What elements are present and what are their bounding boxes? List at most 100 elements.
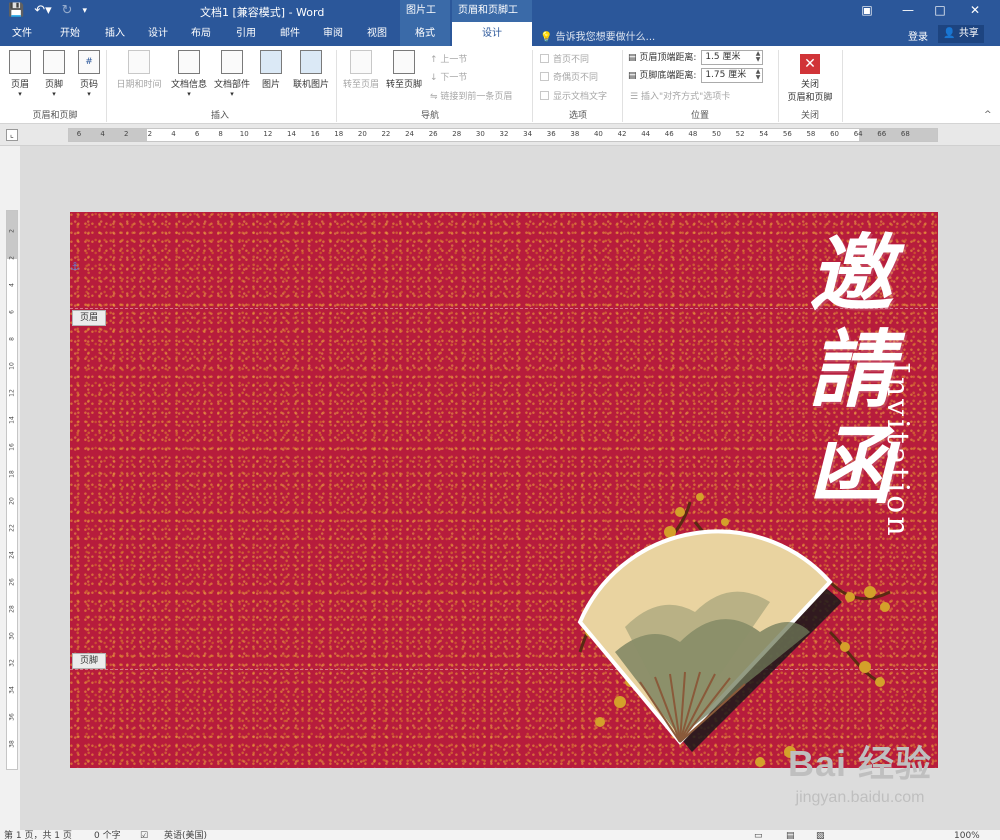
ruler-tick-label: 30 xyxy=(475,130,485,138)
customize-qat-icon[interactable]: ▾ xyxy=(83,2,88,20)
group-label-position: 位置 xyxy=(690,111,709,121)
vertical-ruler-tick-label: 16 xyxy=(8,443,16,451)
header-button[interactable]: 页眉 ▾ xyxy=(1,50,39,98)
proofing-icon[interactable]: ☑ xyxy=(140,832,148,840)
share-button[interactable]: 👤 共享 xyxy=(938,25,984,43)
save-icon[interactable]: 💾 xyxy=(8,2,24,20)
ruler-tick-label: 56 xyxy=(782,130,792,138)
footer-from-bottom-spinner[interactable]: 1.75 厘米 ▲ ▼ xyxy=(701,68,764,83)
picture-button[interactable]: 图片 xyxy=(255,50,287,90)
vertical-ruler-tick-label: 10 xyxy=(8,362,16,370)
document-info-button[interactable]: 文档信息 ▾ xyxy=(168,50,210,98)
vertical-ruler-tick-label: 28 xyxy=(8,605,16,613)
tab-selector[interactable]: ⌞ xyxy=(6,129,18,141)
date-time-button[interactable]: 日期和时间 xyxy=(112,50,166,90)
vertical-ruler-tick-label: 14 xyxy=(8,416,16,424)
tab-view[interactable]: 视图 xyxy=(359,22,395,46)
maximize-icon[interactable]: □ xyxy=(925,0,955,22)
quick-access-toolbar: 💾 ↶▾ ↻ ▾ xyxy=(8,2,87,20)
footer-from-bottom-row: ▤ 页脚底端距离: 1.75 厘米 ▲ ▼ xyxy=(628,68,764,83)
previous-icon: ↑ xyxy=(430,55,438,65)
invitation-page[interactable]: ⚓ 页眉 页脚 邀 請 函 Invitation xyxy=(70,212,938,768)
ruler-tick-label: 22 xyxy=(381,130,391,138)
tab-file[interactable]: 文件 xyxy=(4,22,40,46)
quick-parts-button[interactable]: 文档部件 ▾ xyxy=(211,50,253,98)
group-separator xyxy=(532,50,533,122)
previous-section-button[interactable]: ↑ 上一节 xyxy=(430,52,467,65)
tab-format[interactable]: 格式 xyxy=(400,22,450,46)
sign-in-link[interactable]: 登录 xyxy=(908,28,928,43)
vertical-ruler-tick-label: 2 xyxy=(8,229,16,233)
vertical-ruler-tick-label: 24 xyxy=(8,551,16,559)
tab-home[interactable]: 开始 xyxy=(52,22,88,46)
group-separator xyxy=(106,50,107,122)
document-info-icon xyxy=(178,50,200,74)
vertical-ruler-tick-label: 6 xyxy=(8,310,16,314)
show-document-text-checkbox[interactable]: 显示文档文字 xyxy=(540,89,607,102)
tab-mailings[interactable]: 邮件 xyxy=(272,22,308,46)
vertical-ruler-tick-label: 18 xyxy=(8,470,16,478)
vertical-ruler-tick-label: 20 xyxy=(8,497,16,505)
header-position-icon: ▤ xyxy=(628,53,637,63)
ruler-tick-label: 48 xyxy=(688,130,698,138)
context-label-picture-tools: 图片工具 xyxy=(400,0,450,38)
close-header-footer-button[interactable]: ✕ 关闭 页眉和页脚 xyxy=(782,50,838,103)
tab-review[interactable]: 审阅 xyxy=(315,22,351,46)
tab-references[interactable]: 引用 xyxy=(228,22,264,46)
insert-alignment-tab-button[interactable]: ☰ 插入"对齐方式"选项卡 xyxy=(630,89,730,102)
document-title: 文档1 [兼容模式] - Word xyxy=(200,6,325,19)
redo-icon[interactable]: ↻ xyxy=(62,2,73,20)
ruler-tick-label: 64 xyxy=(853,130,863,138)
ruler-tick-label: 40 xyxy=(593,130,603,138)
minimize-icon[interactable]: — xyxy=(893,0,923,22)
folding-fan-image[interactable] xyxy=(530,482,930,768)
close-window-icon[interactable]: ✕ xyxy=(960,0,990,22)
ruler-tick-label: 42 xyxy=(617,130,627,138)
ribbon-display-options-icon[interactable]: ▣ xyxy=(852,0,882,22)
word-count[interactable]: 0 个字 xyxy=(94,832,121,840)
picture-icon xyxy=(260,50,282,74)
go-to-header-icon xyxy=(350,50,372,74)
ruler-tick-label: 6 xyxy=(194,130,200,138)
header-from-top-spinner[interactable]: 1.5 厘米 ▲ ▼ xyxy=(701,50,764,65)
footer-button[interactable]: 页脚 ▾ xyxy=(35,50,73,98)
undo-icon[interactable]: ↶▾ xyxy=(34,2,51,20)
header-tag: 页眉 xyxy=(72,310,106,326)
group-label-options: 选项 xyxy=(568,111,587,121)
tab-hf-design[interactable]: 设计 xyxy=(452,22,532,46)
document-canvas[interactable]: ⚓ 页眉 页脚 邀 請 函 Invitation xyxy=(20,146,1000,830)
status-bar: 第 1 页，共 1 页 0 个字 ☑ 英语(美国) ▭ ▤ ▧ 100% xyxy=(0,830,1000,840)
footer-icon xyxy=(43,50,65,74)
ruler-tick-label: 66 xyxy=(877,130,887,138)
group-separator xyxy=(778,50,779,122)
horizontal-ruler[interactable]: 6 4 2 2 4 6 8 10 12 14 16 18 20 22 24 26 28 30 32 34 36 38 40 4… xyxy=(68,128,938,142)
vertical-ruler-tick-label: 34 xyxy=(8,686,16,694)
tab-layout[interactable]: 布局 xyxy=(183,22,219,46)
header-icon xyxy=(9,50,31,74)
vertical-ruler[interactable]: 2 2 4 6 8 10 12 14 16 18 20 22 24 26 28 30 32 34 36 38 xyxy=(6,210,18,770)
different-odd-even-checkbox[interactable]: 奇偶页不同 xyxy=(540,70,598,83)
language[interactable]: 英语(美国) xyxy=(164,832,207,840)
tell-me-search[interactable]: 💡 告诉我您想要做什么... xyxy=(540,28,655,43)
tab-insert[interactable]: 插入 xyxy=(97,22,133,46)
tab-design[interactable]: 设计 xyxy=(140,22,176,46)
page-count[interactable]: 第 1 页，共 1 页 xyxy=(4,832,72,840)
ruler-tick-label: 14 xyxy=(287,130,296,138)
page-number-button[interactable]: # 页码 ▾ xyxy=(70,50,108,98)
ribbon: 页眉 ▾ 页脚 ▾ # 页码 ▾ 页眉和页脚 日期和时间 文档信息 ▾ 文档部件 ▾ 图片 … xyxy=(0,46,1000,124)
header-from-top-row: ▤ 页眉顶端距离: 1.5 厘米 ▲ ▼ xyxy=(628,50,764,65)
online-pictures-button[interactable]: 联机图片 xyxy=(289,50,333,90)
web-layout-icon[interactable]: ▧ xyxy=(816,832,825,840)
go-to-header-button[interactable]: 转至页眉 xyxy=(340,50,382,90)
different-first-page-checkbox[interactable]: 首页不同 xyxy=(540,52,589,65)
next-section-button[interactable]: ↓ 下一节 xyxy=(430,70,467,83)
link-to-previous-button[interactable]: ⇋ 链接到前一条页眉 xyxy=(430,89,512,102)
print-layout-icon[interactable]: ▤ xyxy=(786,832,795,840)
zoom-level[interactable]: 100% xyxy=(954,832,980,840)
ruler-tick-label: 58 xyxy=(806,130,816,138)
go-to-footer-button[interactable]: 转至页脚 xyxy=(383,50,425,90)
ruler-tick-label: 12 xyxy=(263,130,273,138)
ruler-tick-label: 16 xyxy=(310,130,320,138)
read-mode-icon[interactable]: ▭ xyxy=(754,832,763,840)
collapse-ribbon-icon[interactable]: ^ xyxy=(984,110,992,120)
